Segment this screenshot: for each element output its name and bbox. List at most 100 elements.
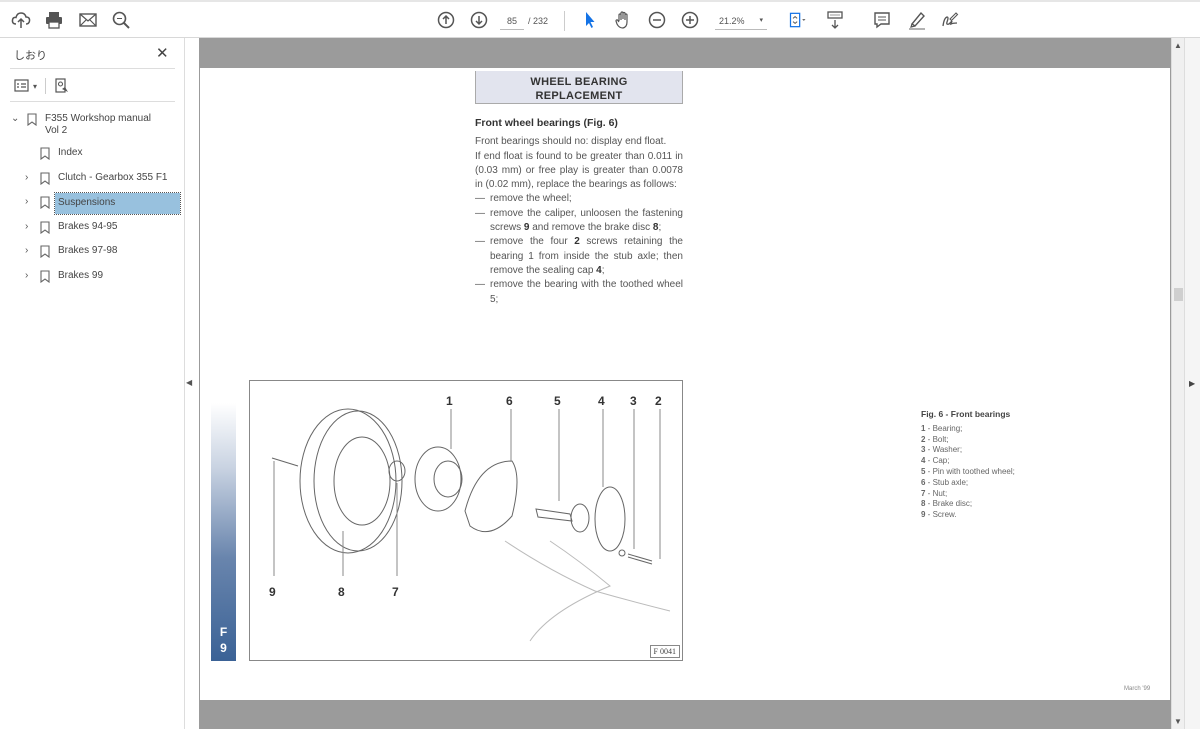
arrow-up-circle-icon: [437, 11, 455, 29]
highlight-button[interactable]: [905, 8, 929, 32]
callout-5: 5: [554, 394, 561, 408]
chevron-right-icon[interactable]: ›: [25, 196, 35, 207]
paragraph: Front bearings should no: display end fl…: [475, 136, 667, 148]
chevron-down-icon[interactable]: ⌄: [11, 113, 21, 124]
bookmark-icon: [27, 113, 37, 126]
cursor-arrow-icon: [586, 12, 595, 28]
bookmark-item[interactable]: ⌄ F355 Workshop manual Vol 2: [0, 110, 185, 144]
bookmark-item[interactable]: › Brakes 99: [0, 267, 185, 292]
section-tab: F 9: [211, 403, 236, 661]
callout-3: 3: [630, 394, 637, 408]
collapse-panel-button[interactable]: ◀: [186, 378, 192, 387]
step-text: remove the bearing with the toothed whee…: [490, 279, 683, 305]
dash: —: [475, 207, 485, 219]
email-button[interactable]: [76, 8, 100, 32]
bookmark-icon: [40, 196, 50, 209]
bookmark-item[interactable]: Index: [0, 144, 185, 169]
hand-tool-button[interactable]: [611, 8, 635, 32]
legend-label: - Cap;: [925, 456, 950, 466]
zoom-out-button[interactable]: [645, 8, 669, 32]
bookmark-tree: ⌄ F355 Workshop manual Vol 2 Index › Clu…: [0, 110, 185, 291]
select-tool-button[interactable]: [578, 8, 602, 32]
exploded-view-figure: 1 6 5 4 3 2 9 8 7 F 0041: [249, 380, 683, 661]
legend-list: 1 - Bearing; 2 - Bolt; 3 - Washer; 4 - Cap;…: [921, 424, 1015, 521]
bookmark-item-selected[interactable]: › Suspensions: [0, 192, 185, 218]
scroll-up-arrow-icon[interactable]: ▲: [1174, 41, 1182, 50]
scroll-mode-button[interactable]: [823, 8, 847, 32]
step-item: — remove the wheel;: [475, 192, 683, 206]
find-bookmark-button[interactable]: [54, 78, 70, 94]
zoom-level-value: 21.2%: [719, 16, 745, 26]
page-total: / 232: [528, 16, 549, 26]
callout-6: 6: [506, 394, 513, 408]
divider: [10, 101, 175, 102]
find-button[interactable]: [109, 8, 133, 32]
legend-item: 3 - Washer;: [921, 445, 1015, 456]
scroll-down-arrow-icon[interactable]: ▼: [1174, 717, 1182, 726]
panel-title: しおり: [14, 50, 47, 62]
bookmark-label: Index: [58, 147, 83, 158]
chevron-right-icon[interactable]: ›: [25, 221, 35, 232]
nut-drawing: [388, 460, 406, 482]
control-arm-drawing: [504, 540, 671, 642]
step-text: ;: [658, 222, 662, 234]
zoom-level-select[interactable]: 21.2% ▾: [715, 12, 767, 30]
heading-line: WHEEL BEARING: [530, 76, 628, 88]
callout-8: 8: [338, 585, 345, 599]
dash: —: [475, 193, 485, 205]
vertical-scrollbar[interactable]: ▲ ▼: [1171, 38, 1184, 729]
legend-label: - Stub axle;: [925, 477, 969, 487]
legend-label: - Screw.: [925, 510, 957, 520]
chevron-right-icon[interactable]: ›: [25, 172, 35, 183]
legend-item: 8 - Brake disc;: [921, 499, 1015, 510]
chevron-down-icon: ▾: [759, 17, 763, 24]
page-display-button[interactable]: [783, 8, 813, 32]
legend-title: Fig. 6 - Front bearings: [921, 409, 1011, 419]
upload-button[interactable]: [9, 8, 33, 32]
mail-icon: [79, 13, 97, 27]
legend-label: - Washer;: [925, 445, 963, 455]
bookmark-search-icon: [55, 78, 69, 93]
sign-button[interactable]: [938, 8, 962, 32]
bookmark-label: Brakes 97-98: [58, 245, 118, 256]
legend-item: 2 - Bolt;: [921, 435, 1015, 446]
print-button[interactable]: [42, 8, 66, 32]
washer-drawing: [618, 549, 626, 557]
plus-circle-icon: [681, 11, 699, 29]
expand-pane-button[interactable]: ▶: [1189, 379, 1195, 388]
heading-line: REPLACEMENT: [535, 90, 623, 102]
next-page-button[interactable]: [467, 8, 491, 32]
dash: —: [475, 279, 485, 291]
close-panel-button[interactable]: ✕: [156, 44, 169, 62]
pin-drawing: [535, 508, 573, 522]
bookmark-item[interactable]: › Brakes 97-98: [0, 242, 185, 267]
bookmark-item[interactable]: › Clutch - Gearbox 355 F1: [0, 169, 185, 194]
print-icon: [46, 12, 62, 29]
legend-label: - Bearing;: [925, 423, 963, 433]
bolt-drawing: [627, 553, 653, 565]
scrollbar-thumb[interactable]: [1174, 288, 1183, 301]
stub-axle-drawing: [464, 460, 518, 533]
chevron-right-icon[interactable]: ›: [25, 245, 35, 256]
callout-4: 4: [598, 394, 605, 408]
options-menu-button[interactable]: ▾: [14, 79, 37, 93]
step-text: and remove the brake disc: [529, 222, 653, 234]
zoom-in-button[interactable]: [678, 8, 702, 32]
legend-item: 7 - Nut;: [921, 489, 1015, 500]
divider: [10, 68, 175, 69]
dash: —: [475, 236, 485, 248]
document-viewer[interactable]: WHEEL BEARING REPLACEMENT Front wheel be…: [199, 38, 1171, 729]
legend-item: 6 - Stub axle;: [921, 478, 1015, 489]
screw-drawing: [271, 457, 299, 467]
bookmark-label: Brakes 99: [58, 269, 104, 281]
previous-page-button[interactable]: [434, 8, 458, 32]
chevron-right-icon[interactable]: ›: [25, 270, 35, 281]
bookmark-label: Clutch - Gearbox 355 F1: [58, 171, 168, 183]
section-tab-letter: F: [219, 625, 228, 639]
highlighter-pen-icon: [909, 11, 925, 30]
page-number-input[interactable]: 85: [500, 12, 524, 30]
callout-1: 1: [446, 394, 453, 408]
comment-button[interactable]: [870, 8, 894, 32]
bookmark-label: Suspensions: [54, 192, 181, 215]
bookmark-item[interactable]: › Brakes 94-95: [0, 218, 185, 243]
